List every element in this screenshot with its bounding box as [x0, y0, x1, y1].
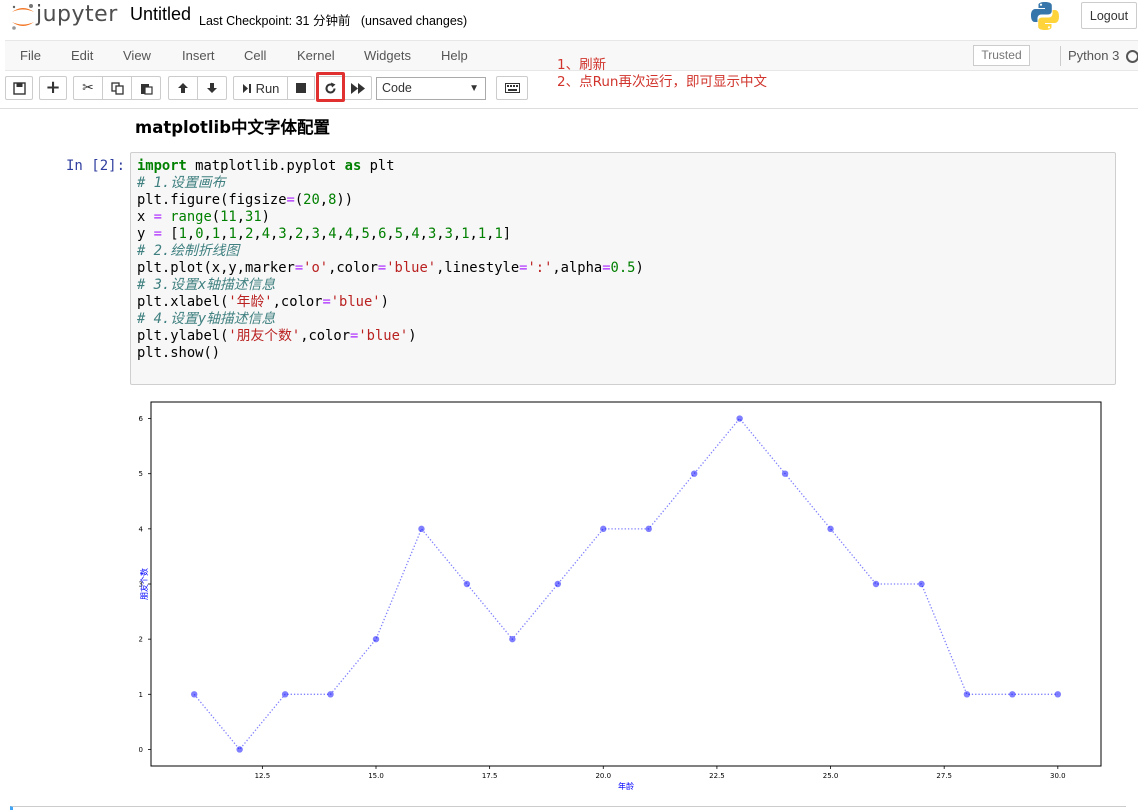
data-point	[281, 691, 289, 698]
x-axis-label: 年龄	[618, 781, 634, 791]
data-point	[1054, 691, 1062, 698]
y-tick-label: 2	[139, 636, 143, 644]
input-prompt: In [2]:	[66, 158, 126, 174]
data-point	[690, 470, 698, 477]
notebook-title[interactable]: Untitled	[130, 4, 191, 25]
data-point	[327, 691, 334, 698]
y-tick-label: 0	[139, 746, 143, 754]
plot-output: 012345612.5 15.0 17.5 20.0 22.5 25.0 27.5 30.0年…	[139, 401, 1102, 791]
logo-text: jupyter	[36, 2, 118, 27]
move-down-button[interactable]	[197, 76, 227, 100]
arrow-down-icon	[207, 83, 217, 93]
cell-type-select[interactable]: Code ▼	[376, 77, 486, 100]
y-tick-label: 4	[139, 525, 144, 533]
command-palette-button[interactable]	[496, 76, 528, 100]
data-point	[418, 525, 425, 533]
interrupt-button[interactable]	[287, 76, 315, 100]
step-forward-icon	[242, 83, 251, 93]
menu-kernel[interactable]: Kernel	[297, 48, 335, 63]
x-tick-label: 12.5	[255, 772, 271, 780]
python-logo-icon	[1031, 2, 1059, 30]
annotation: 1、刷新 2、点Run再次运行，即可显示中文	[557, 57, 767, 91]
menu-view[interactable]: View	[123, 48, 151, 63]
data-point	[463, 580, 471, 588]
checkpoint-status: Last Checkpoint: 31 分钟前 (unsaved changes…	[199, 14, 468, 28]
jupyter-logo[interactable]: jupyter	[10, 2, 118, 32]
menu-edit[interactable]: Edit	[71, 48, 93, 63]
trusted-indicator[interactable]: Trusted	[973, 45, 1030, 66]
annotation-line-2: 2、点Run再次运行，即可显示中文	[557, 74, 767, 90]
toolbar-divider	[0, 108, 1138, 109]
data-point	[190, 691, 198, 698]
code-cell[interactable]: import matplotlib.pyplot as plt # 1.设置画布…	[130, 152, 1116, 385]
x-tick-label: 22.5	[709, 772, 725, 780]
jupyter-logo-icon	[12, 4, 34, 30]
y-tick-label: 6	[139, 415, 144, 423]
data-point	[736, 415, 743, 422]
keyboard-icon	[504, 83, 520, 93]
copy-button[interactable]	[102, 76, 132, 100]
next-cell[interactable]	[10, 806, 1126, 810]
save-icon	[12, 81, 26, 95]
paste-button[interactable]	[131, 76, 161, 100]
data-point	[1009, 691, 1016, 698]
data-point	[600, 525, 607, 533]
arrow-up-icon	[178, 83, 188, 93]
annotation-line-1: 1、刷新	[557, 57, 607, 73]
save-button[interactable]	[5, 76, 33, 100]
x-tick-label: 15.0	[368, 772, 384, 780]
dropdown-arrow-icon: ▼	[469, 83, 479, 94]
y-axis-label: 朋友个数	[139, 568, 149, 600]
x-tick-label: 20.0	[595, 772, 611, 780]
paste-icon	[140, 83, 153, 95]
logout-button[interactable]: Logout	[1081, 2, 1137, 29]
header: jupyter Untitled Last Checkpoint: 31 分钟前…	[0, 0, 1138, 40]
menu-file[interactable]: File	[20, 48, 41, 63]
kernel-name: Python 3	[1068, 48, 1120, 63]
code-editor[interactable]: import matplotlib.pyplot as plt # 1.设置画布…	[137, 158, 644, 362]
data-point	[236, 746, 243, 753]
x-tick-label: 17.5	[482, 772, 498, 780]
kernel-idle-icon	[1126, 50, 1138, 63]
data-point	[781, 470, 789, 477]
x-tick-label: 27.5	[936, 772, 952, 780]
data-point	[372, 635, 380, 643]
copy-icon	[110, 81, 124, 95]
scissors-icon: ✂	[82, 80, 94, 96]
menu-help[interactable]: Help	[441, 48, 468, 63]
x-tick-label: 30.0	[1050, 772, 1066, 780]
kernel-separator	[1060, 46, 1061, 66]
data-point	[554, 580, 562, 588]
data-point	[645, 525, 652, 533]
markdown-heading: matplotlib中文字体配置	[135, 118, 331, 137]
data-point	[827, 525, 834, 533]
run-label: Run	[255, 80, 280, 96]
data-point	[872, 580, 880, 588]
move-up-button[interactable]	[168, 76, 198, 100]
y-tick-label: 5	[139, 470, 143, 478]
data-point	[509, 635, 516, 643]
menu-widgets[interactable]: Widgets	[364, 48, 411, 63]
restart-highlight-box	[316, 72, 345, 102]
menu-cell[interactable]: Cell	[244, 48, 266, 63]
data-point	[918, 580, 925, 588]
cell-type-value: Code	[382, 81, 412, 95]
y-tick-label: 1	[139, 691, 143, 699]
plot-axes-frame	[150, 401, 1102, 767]
menu-insert[interactable]: Insert	[182, 48, 215, 63]
run-button[interactable]: Run	[233, 76, 288, 100]
cut-button[interactable]: ✂	[73, 76, 103, 100]
data-point	[963, 691, 971, 698]
insert-cell-button[interactable]: +	[39, 76, 67, 100]
restart-run-all-button[interactable]	[344, 76, 372, 100]
x-tick-label: 25.0	[823, 772, 839, 780]
fast-forward-icon	[351, 82, 365, 94]
stop-icon	[296, 83, 306, 93]
plus-icon: +	[45, 77, 61, 98]
